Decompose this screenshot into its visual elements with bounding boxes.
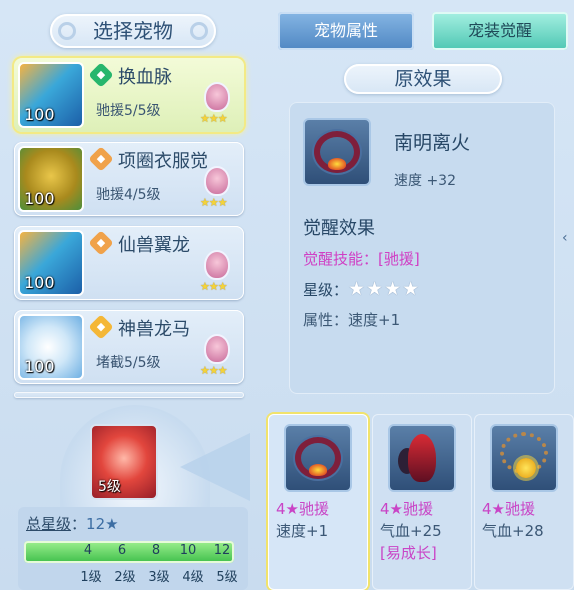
equip-item-icon bbox=[284, 424, 352, 492]
pet-name: 项圈衣服觉 bbox=[118, 151, 208, 172]
item-level: 5级 bbox=[98, 479, 121, 495]
pet-level: 100 bbox=[24, 357, 55, 376]
ring-gem-icon bbox=[309, 464, 327, 476]
tick-level: 5级 bbox=[216, 570, 238, 585]
dragon-armor-icon bbox=[408, 434, 436, 482]
pet-avatar: 100 bbox=[18, 230, 84, 296]
awaken-egg-icon bbox=[204, 250, 230, 280]
star-rating: ★★★ bbox=[200, 112, 228, 125]
equip-item-icon bbox=[303, 118, 371, 186]
equip-card-2[interactable]: 4★驰援 气血+25 [易成长] bbox=[372, 414, 472, 590]
pet-avatar: 100 bbox=[18, 146, 84, 212]
pet-name: 换血脉 bbox=[118, 67, 172, 88]
tick-value: 8 bbox=[151, 543, 161, 558]
tick-value: 12 bbox=[213, 543, 231, 558]
awaken-skill: 觉醒技能：[驰援] bbox=[303, 250, 420, 268]
awaken-egg-icon bbox=[204, 82, 230, 112]
pet-level: 100 bbox=[24, 273, 55, 292]
equip-item-icon bbox=[388, 424, 456, 492]
pet-skill-level: 驰援5/5级 bbox=[96, 103, 161, 119]
awaken-egg-icon bbox=[204, 334, 230, 364]
pet-level: 100 bbox=[24, 105, 55, 124]
tick-value: 10 bbox=[179, 543, 197, 558]
equip-stat: 速度+1 bbox=[276, 522, 329, 540]
total-star-row: 总星级：12★ bbox=[26, 515, 119, 533]
select-pet-title: 选择宠物 bbox=[50, 14, 216, 48]
item-stat: 速度 +32 bbox=[394, 173, 456, 189]
pet-card-partial[interactable] bbox=[14, 392, 244, 398]
sun-pendant-icon bbox=[516, 458, 536, 478]
pet-skill-level: 堵截5/5级 bbox=[96, 355, 161, 371]
pet-card-shenshou-longma[interactable]: 100 ◆ 神兽龙马 堵截5/5级 ★★★ bbox=[14, 310, 244, 384]
awaken-item-slot[interactable]: 5级 bbox=[90, 424, 158, 500]
total-star-value: 12★ bbox=[86, 515, 119, 533]
awaken-attribute: 属性：速度+1 bbox=[303, 311, 401, 329]
tick-value: 6 bbox=[117, 543, 127, 558]
swirl-ornament-icon bbox=[58, 22, 76, 40]
total-star-label: 总星级 bbox=[26, 515, 72, 533]
equip-item-icon bbox=[490, 424, 558, 492]
star-level-label: 星级： bbox=[303, 281, 349, 299]
equip-title: 4★驰援 bbox=[380, 500, 433, 518]
tick-level: 4级 bbox=[182, 570, 204, 585]
chevron-left-icon[interactable]: ‹ bbox=[562, 230, 574, 254]
equip-title: 4★驰援 bbox=[482, 500, 535, 518]
equip-stat: 气血+28 bbox=[482, 522, 544, 540]
pet-card-xianshou-yilong[interactable]: 100 ◆ 仙兽翼龙 ★★★ bbox=[14, 226, 244, 300]
pet-avatar: 100 bbox=[18, 62, 84, 128]
pet-card-xiangquan[interactable]: 100 ◆ 项圈衣服觉 驰援4/5级 ★★★ bbox=[14, 142, 244, 216]
tick-level: 1级 bbox=[80, 570, 102, 585]
element-badge-icon: ◆ bbox=[88, 146, 114, 172]
pet-card-huanxuemai[interactable]: 100 ◆ 换血脉 驰援5/5级 ★★★ bbox=[14, 58, 244, 132]
pet-name: 仙兽翼龙 bbox=[118, 235, 190, 256]
star-rating: ★★★ bbox=[200, 280, 228, 293]
star-rating: ★★★ bbox=[200, 196, 228, 209]
pet-skill-level: 驰援4/5级 bbox=[96, 187, 161, 203]
star-level-value: ★★★★ bbox=[348, 278, 421, 300]
awaken-egg-icon bbox=[204, 166, 230, 196]
equip-title: 4★驰援 bbox=[276, 500, 329, 518]
tab-equip-awaken[interactable]: 宠装觉醒 bbox=[432, 12, 568, 50]
tick-level: 2级 bbox=[114, 570, 136, 585]
awaken-effect-heading: 觉醒效果 bbox=[303, 218, 375, 239]
arrow-left-icon bbox=[180, 433, 250, 501]
element-badge-icon: ◆ bbox=[88, 230, 114, 256]
item-name: 南明离火 bbox=[394, 132, 471, 154]
tab-pet-attributes[interactable]: 宠物属性 bbox=[278, 12, 414, 50]
equip-trait: [易成长] bbox=[380, 544, 437, 562]
element-badge-icon: ◆ bbox=[88, 62, 114, 88]
star-level-row: 星级：★★★★ bbox=[303, 278, 420, 300]
pet-level: 100 bbox=[24, 189, 55, 208]
pet-avatar: 100 bbox=[18, 314, 84, 380]
equip-card-3[interactable]: 4★驰援 气血+28 bbox=[474, 414, 574, 590]
tick-level: 3级 bbox=[148, 570, 170, 585]
tick-value: 4 bbox=[83, 543, 93, 558]
element-badge-icon: ◆ bbox=[88, 314, 114, 340]
equip-card-1[interactable]: 4★驰援 速度+1 bbox=[268, 414, 368, 590]
equip-stat: 气血+25 bbox=[380, 522, 442, 540]
ring-gem-icon bbox=[328, 158, 346, 170]
pet-name: 神兽龙马 bbox=[118, 319, 190, 340]
swirl-ornament-icon bbox=[190, 22, 208, 40]
star-rating: ★★★ bbox=[200, 364, 228, 377]
original-effect-title: 原效果 bbox=[344, 64, 502, 94]
original-effect-panel: 南明离火 速度 +32 觉醒效果 觉醒技能：[驰援] 星级：★★★★ 属性：速度… bbox=[289, 102, 555, 394]
